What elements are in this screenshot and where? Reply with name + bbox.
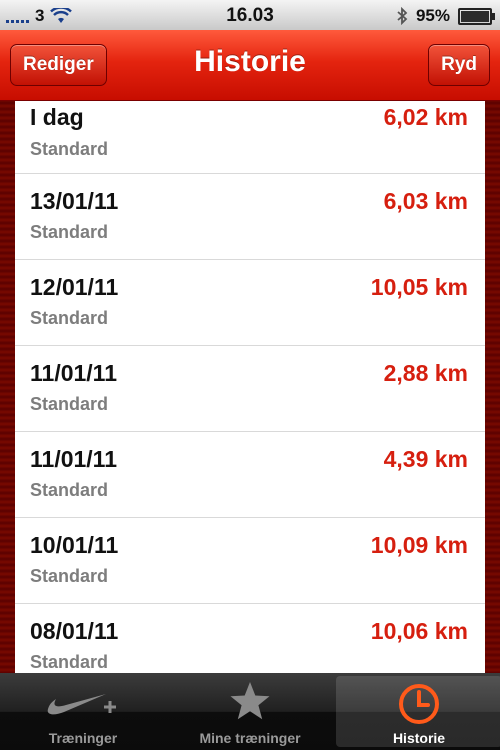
history-content[interactable]: I dag Standard 6,02 km 13/01/11 Standard… — [0, 101, 500, 673]
run-date: 08/01/11 — [30, 618, 119, 644]
navigation-bar: Rediger Historie Ryd — [0, 30, 500, 101]
run-type: Standard — [30, 308, 109, 328]
run-distance: 2,88 km — [383, 360, 468, 386]
battery-icon — [458, 7, 495, 25]
run-distance: 6,03 km — [383, 188, 468, 214]
run-type: Standard — [30, 394, 109, 414]
tab-label: Træninger — [48, 730, 118, 746]
star-icon — [167, 681, 333, 721]
history-row[interactable]: 10/01/11 Standard 10,09 km — [15, 518, 485, 604]
run-date: 11/01/11 — [30, 360, 117, 386]
tab-workouts[interactable]: Træninger — [0, 673, 166, 750]
run-date: 13/01/11 — [30, 188, 119, 214]
history-row[interactable]: 08/01/11 Standard 10,06 km — [15, 604, 485, 673]
clear-button[interactable]: Ryd — [428, 44, 490, 86]
run-type: Standard — [30, 480, 109, 500]
run-type: Standard — [30, 139, 109, 159]
tab-label: Mine træninger — [199, 730, 301, 746]
tab-my-workouts[interactable]: Mine træninger — [167, 673, 333, 750]
run-distance: 10,05 km — [370, 274, 468, 300]
run-type: Standard — [30, 222, 109, 242]
run-date: 10/01/11 — [30, 532, 119, 558]
history-row[interactable]: 11/01/11 Standard 4,39 km — [15, 432, 485, 518]
page-title: Historie — [194, 45, 306, 78]
run-date: 12/01/11 — [30, 274, 119, 300]
battery-percentage: 95% — [415, 6, 450, 25]
tab-label: Historie — [392, 730, 446, 746]
tab-history[interactable]: Historie — [336, 676, 500, 747]
run-distance: 4,39 km — [383, 446, 468, 472]
history-row[interactable]: 13/01/11 Standard 6,03 km — [15, 174, 485, 260]
run-type: Standard — [30, 566, 109, 586]
history-row[interactable]: I dag Standard 6,02 km — [15, 101, 485, 174]
bluetooth-icon — [397, 7, 408, 25]
run-distance: 10,06 km — [370, 618, 468, 644]
history-row[interactable]: 11/01/11 Standard 2,88 km — [15, 346, 485, 432]
history-list: I dag Standard 6,02 km 13/01/11 Standard… — [15, 101, 485, 673]
history-row[interactable]: 12/01/11 Standard 10,05 km — [15, 260, 485, 346]
tab-bar: Træninger Mine træninger Historie — [0, 673, 500, 750]
run-date: 11/01/11 — [30, 446, 117, 472]
run-date: I dag — [30, 104, 84, 130]
run-distance: 10,09 km — [370, 532, 468, 558]
nike-swoosh-plus-icon — [0, 681, 166, 721]
run-distance: 6,02 km — [383, 104, 468, 130]
run-type: Standard — [30, 652, 109, 672]
status-right: 95% — [396, 6, 495, 26]
status-bar: 3 16.03 95% — [0, 0, 500, 30]
clock-icon — [336, 684, 500, 724]
